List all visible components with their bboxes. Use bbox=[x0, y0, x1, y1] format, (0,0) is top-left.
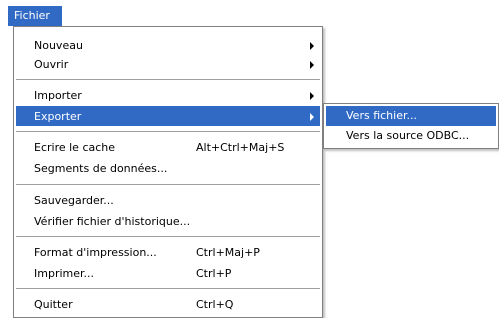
menubar-fichier-label: Fichier bbox=[14, 9, 50, 22]
submenu-item-vers-fichier-label: Vers fichier... bbox=[346, 109, 417, 122]
submenu-item-vers-odbc-label: Vers la source ODBC... bbox=[346, 129, 470, 142]
menu-separator bbox=[16, 79, 320, 80]
menu-item-quitter-label: Quitter bbox=[34, 298, 73, 311]
submenu-item-vers-odbc[interactable]: Vers la source ODBC... bbox=[326, 126, 496, 146]
menu-item-segments-label: Segments de données... bbox=[34, 162, 168, 175]
menu-item-importer[interactable]: Importer bbox=[16, 85, 320, 106]
menu-item-ecrire-cache-shortcut: Alt+Ctrl+Maj+S bbox=[196, 141, 285, 154]
menu-separator bbox=[16, 236, 320, 237]
menu-item-format-impression-shortcut: Ctrl+Maj+P bbox=[196, 246, 260, 259]
menu-item-sauvegarder[interactable]: Sauvegarder... bbox=[16, 190, 320, 211]
exporter-submenu: Vers fichier... Vers la source ODBC... bbox=[323, 103, 499, 149]
menu-item-verifier-label: Vérifier fichier d'historique... bbox=[34, 215, 191, 228]
menu-item-imprimer-shortcut: Ctrl+P bbox=[196, 267, 232, 280]
menu-separator bbox=[16, 288, 320, 289]
menu-item-sauvegarder-label: Sauvegarder... bbox=[34, 194, 114, 207]
menu-item-nouveau[interactable]: Nouveau bbox=[16, 35, 320, 56]
menu-item-ecrire-cache[interactable]: Ecrire le cache Alt+Ctrl+Maj+S bbox=[16, 137, 320, 158]
menu-item-exporter[interactable]: Exporter bbox=[16, 106, 320, 126]
menu-item-format-impression-label: Format d'impression... bbox=[34, 246, 157, 259]
menu-item-segments[interactable]: Segments de données... bbox=[16, 158, 320, 179]
menu-separator bbox=[16, 131, 320, 132]
submenu-arrow-icon bbox=[310, 92, 314, 100]
menu-item-ouvrir-label: Ouvrir bbox=[34, 58, 69, 71]
menu-separator bbox=[16, 184, 320, 185]
menu-item-quitter-shortcut: Ctrl+Q bbox=[196, 298, 234, 311]
menu-item-imprimer[interactable]: Imprimer... Ctrl+P bbox=[16, 263, 320, 284]
menu-item-quitter[interactable]: Quitter Ctrl+Q bbox=[16, 294, 320, 315]
menu-item-exporter-label: Exporter bbox=[34, 110, 82, 123]
menu-item-verifier[interactable]: Vérifier fichier d'historique... bbox=[16, 211, 320, 232]
menu-item-ecrire-cache-label: Ecrire le cache bbox=[34, 141, 116, 154]
submenu-arrow-icon bbox=[310, 113, 314, 121]
menu-item-ouvrir[interactable]: Ouvrir bbox=[16, 54, 320, 75]
menu-item-importer-label: Importer bbox=[34, 89, 82, 102]
submenu-arrow-icon bbox=[310, 61, 314, 69]
submenu-item-vers-fichier[interactable]: Vers fichier... bbox=[326, 106, 496, 126]
menu-item-imprimer-label: Imprimer... bbox=[34, 267, 95, 280]
submenu-arrow-icon bbox=[310, 42, 314, 50]
menu-item-nouveau-label: Nouveau bbox=[34, 39, 83, 52]
menubar-fichier[interactable]: Fichier bbox=[8, 6, 62, 26]
fichier-menu: Nouveau Ouvrir Importer Exporter Ecrire … bbox=[13, 26, 323, 318]
menu-item-format-impression[interactable]: Format d'impression... Ctrl+Maj+P bbox=[16, 242, 320, 263]
